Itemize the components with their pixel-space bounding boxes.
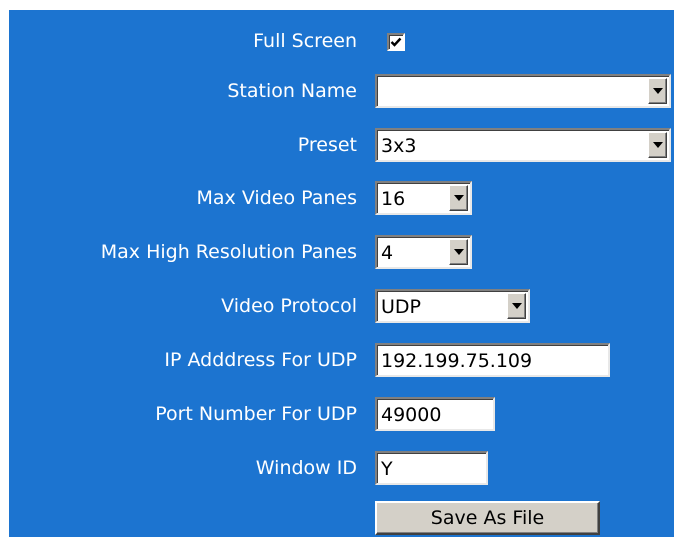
window-id-label: Window ID xyxy=(255,457,357,479)
port-number-value: 49000 xyxy=(381,404,442,426)
full-screen-label: Full Screen xyxy=(253,30,357,52)
settings-panel: Full Screen Station Name Preset 3x3 Max … xyxy=(9,10,674,537)
station-name-label: Station Name xyxy=(227,80,357,102)
port-number-label: Port Number For UDP xyxy=(155,403,357,425)
chevron-down-icon[interactable] xyxy=(507,293,526,319)
max-high-res-panes-select[interactable]: 4 xyxy=(375,235,472,269)
window-id-value: Y xyxy=(381,458,393,480)
chevron-down-icon[interactable] xyxy=(449,239,468,265)
preset-select[interactable]: 3x3 xyxy=(375,128,671,162)
window-id-input[interactable]: Y xyxy=(375,451,488,485)
video-protocol-value: UDP xyxy=(381,296,421,318)
checkmark-icon xyxy=(390,37,402,47)
chevron-down-icon[interactable] xyxy=(648,78,667,104)
port-number-input[interactable]: 49000 xyxy=(375,397,495,431)
chevron-down-icon[interactable] xyxy=(648,132,667,158)
full-screen-checkbox[interactable] xyxy=(387,33,405,51)
preset-value: 3x3 xyxy=(381,135,417,157)
station-name-select[interactable] xyxy=(375,74,671,108)
ip-address-label: IP Adddress For UDP xyxy=(164,349,357,371)
max-video-panes-label: Max Video Panes xyxy=(196,187,357,209)
chevron-down-icon[interactable] xyxy=(449,185,468,211)
preset-label: Preset xyxy=(297,134,357,156)
max-video-panes-value: 16 xyxy=(381,188,406,210)
save-as-file-button[interactable]: Save As File xyxy=(375,501,600,535)
video-protocol-label: Video Protocol xyxy=(221,295,357,317)
ip-address-input[interactable]: 192.199.75.109 xyxy=(375,343,610,377)
video-protocol-select[interactable]: UDP xyxy=(375,289,530,323)
max-video-panes-select[interactable]: 16 xyxy=(375,181,472,215)
max-high-res-panes-value: 4 xyxy=(381,242,394,264)
ip-address-value: 192.199.75.109 xyxy=(381,350,533,372)
max-high-res-panes-label: Max High Resolution Panes xyxy=(100,241,357,263)
